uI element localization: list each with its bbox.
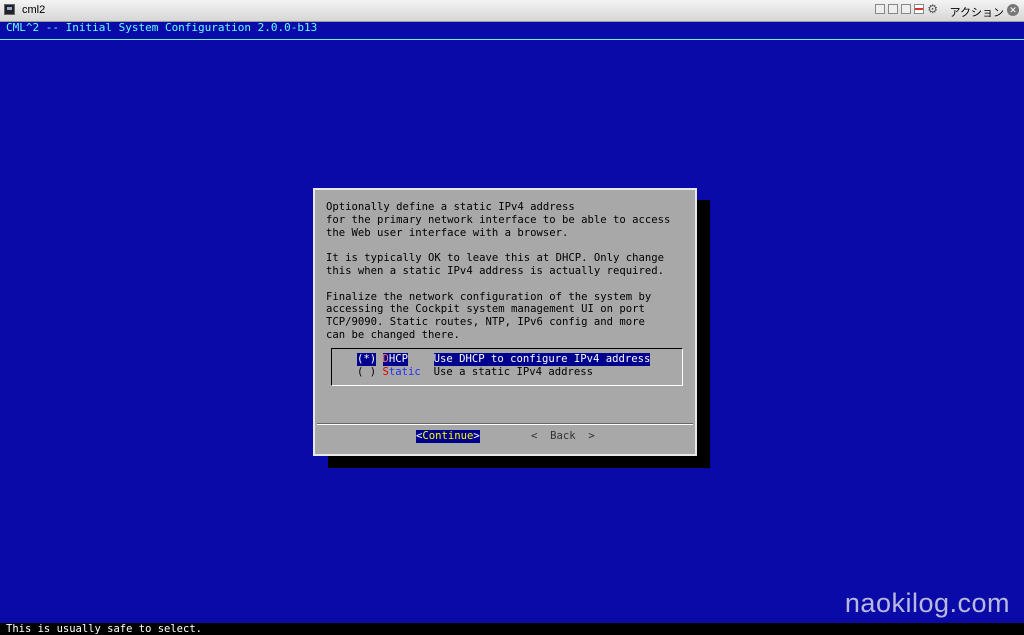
action-menu[interactable]: アクション: [950, 4, 1004, 20]
status-hint: This is usually safe to select.: [0, 623, 1024, 635]
restore-icon[interactable]: [888, 4, 899, 14]
flag-icon[interactable]: [914, 4, 925, 14]
option-description: Use DHCP to configure IPv4 address: [433, 353, 651, 366]
option-marker: (*): [357, 353, 377, 366]
option-dhcp[interactable]: (*) DHCP Use DHCP to configure IPv4 addr…: [357, 353, 651, 366]
close-icon[interactable]: ✕: [1007, 4, 1019, 16]
minimize-icon[interactable]: [875, 4, 886, 14]
continue-button[interactable]: <Continue>: [416, 430, 480, 443]
option-static[interactable]: ( ) Static Use a static IPv4 address: [357, 366, 593, 379]
network-config-dialog: Optionally define a static IPv4 address …: [313, 188, 697, 456]
option-tag: Static: [382, 366, 421, 378]
button-separator: [317, 424, 693, 425]
option-tag: DHCP: [382, 353, 409, 366]
ip-mode-radiolist: (*) DHCP Use DHCP to configure IPv4 addr…: [331, 348, 683, 386]
option-marker: ( ): [357, 366, 377, 378]
header-divider: [0, 39, 1024, 40]
terminal-app-icon: [4, 4, 15, 15]
dialog-message: Optionally define a static IPv4 address …: [326, 201, 671, 341]
back-button[interactable]: < Back >: [531, 430, 595, 443]
option-description: Use a static IPv4 address: [433, 366, 594, 378]
console-header: CML^2 -- Initial System Configuration 2.…: [6, 21, 318, 34]
maximize-icon[interactable]: [901, 4, 912, 14]
window-controls: ⚙: [875, 3, 938, 15]
window-titlebar: cml2 ⚙ アクション ✕: [0, 0, 1024, 22]
window-title: cml2: [22, 4, 46, 16]
gear-icon[interactable]: ⚙: [927, 3, 938, 15]
watermark: naokilog.com: [844, 588, 1010, 618]
